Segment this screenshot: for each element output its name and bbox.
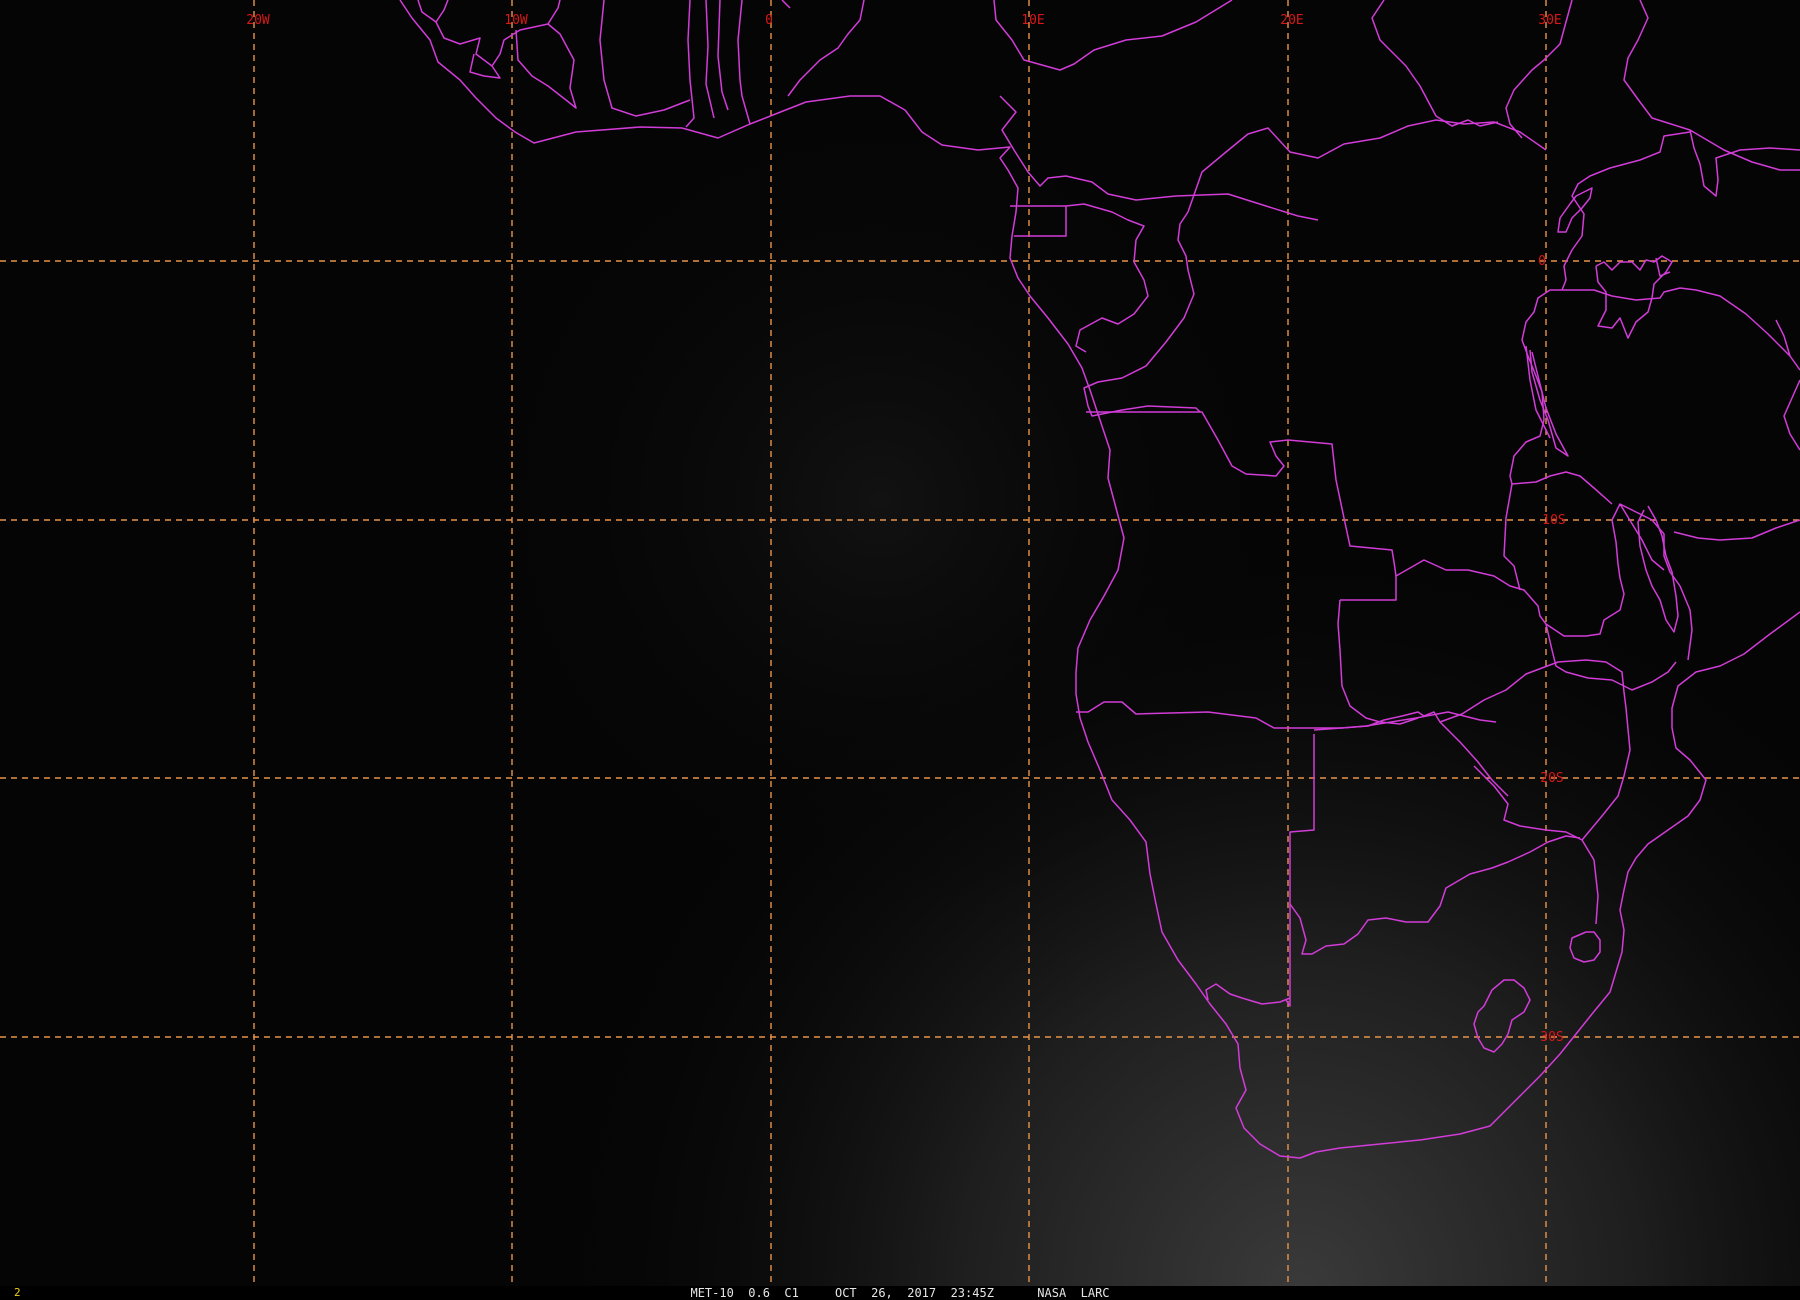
- lon-label-10w: 10W: [504, 13, 528, 28]
- image-caption: MET-10 0.6 C1 OCT 26, 2017 23:45Z NASA L…: [690, 1286, 1110, 1300]
- lon-label-0: 0: [765, 13, 773, 28]
- lon-label-10e: 10E: [1021, 13, 1044, 28]
- faint-glow: [0, 0, 1800, 1300]
- lat-label-10s: 10S: [1542, 513, 1565, 528]
- satellite-image-viewer[interactable]: 20W 10W 0 10E 20E 30E 0 10S 20S 30S 2 ME…: [0, 0, 1800, 1300]
- lon-label-20w: 20W: [246, 13, 270, 28]
- lon-label-30e: 30E: [1538, 13, 1561, 28]
- lat-label-30s: 30S: [1540, 1030, 1563, 1045]
- lon-label-20e: 20E: [1280, 13, 1303, 28]
- lat-label-20s: 20S: [1540, 771, 1563, 786]
- lat-label-0: 0: [1538, 254, 1546, 269]
- map-canvas: 20W 10W 0 10E 20E 30E 0 10S 20S 30S: [0, 0, 1800, 1300]
